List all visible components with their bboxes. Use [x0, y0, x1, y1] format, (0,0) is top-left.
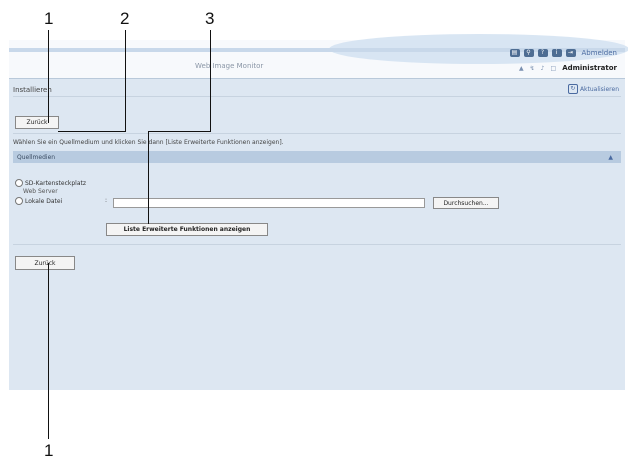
- show-extended-features-button[interactable]: Liste Erweiterte Funktionen anzeigen: [106, 223, 268, 236]
- file-path-input[interactable]: [113, 198, 425, 208]
- radio-web-server: Web Server: [23, 188, 58, 195]
- header-toolbar: ▤ ⚲ ? i ⇥ Abmelden: [509, 49, 618, 57]
- callout-1-bottom-leader: [48, 263, 49, 439]
- top-banner: Web Image Monitor ▤ ⚲ ? i ⇥ Abmelden ▲ ↯…: [9, 34, 628, 78]
- title-divider: [13, 96, 621, 97]
- header-divider: [9, 78, 625, 79]
- refresh-link[interactable]: ↻ Aktualisieren: [567, 84, 619, 94]
- callout-3-leader-vertical: [210, 30, 211, 132]
- callout-3: 3: [205, 9, 215, 28]
- app-title: Web Image Monitor: [195, 62, 264, 70]
- web-image-monitor-window: Web Image Monitor ▤ ⚲ ? i ⇥ Abmelden ▲ ↯…: [9, 34, 628, 390]
- printer-icon[interactable]: ▤: [509, 49, 520, 57]
- logout-icon[interactable]: ⇥: [565, 49, 576, 57]
- status-bar: ▲ ↯ ♪ □ Administrator: [519, 64, 617, 72]
- user-label: Administrator: [562, 64, 617, 72]
- callout-2-leader-vertical: [125, 30, 126, 132]
- section-divider: [13, 244, 621, 245]
- alert-icon[interactable]: ▲: [519, 65, 524, 72]
- callout-1-leader: [48, 30, 49, 123]
- refresh-icon[interactable]: ↻: [567, 84, 578, 94]
- logout-link[interactable]: Abmelden: [582, 49, 618, 57]
- display-icon[interactable]: □: [551, 65, 557, 72]
- status-icon[interactable]: ↯: [530, 65, 535, 72]
- refresh-label[interactable]: Aktualisieren: [580, 86, 619, 93]
- callout-2: 2: [120, 9, 130, 28]
- callout-1-bottom: 1: [44, 441, 54, 460]
- callout-2-leader-horizontal: [58, 131, 126, 132]
- callout-1-top: 1: [44, 9, 54, 28]
- back-button-top[interactable]: Zurück: [15, 116, 59, 129]
- source-section-header: Quellmedien ▲: [13, 151, 621, 163]
- callout-3-leader-horizontal: [148, 131, 211, 132]
- callout-3-leader-drop: [148, 131, 149, 224]
- search-icon[interactable]: ⚲: [523, 49, 534, 57]
- help-icon[interactable]: ?: [537, 49, 548, 57]
- radio-label: SD-Kartensteckplatz: [25, 179, 87, 187]
- field-colon: :: [105, 197, 108, 204]
- button-divider: [13, 133, 621, 134]
- back-button-bottom[interactable]: Zurück: [15, 256, 75, 270]
- radio-sd-card[interactable]: SD-Kartensteckplatz: [15, 179, 86, 187]
- radio-local-file[interactable]: Lokale Datei: [15, 197, 62, 205]
- info-icon[interactable]: i: [551, 49, 562, 57]
- radio-button[interactable]: [15, 197, 23, 205]
- radio-label: Lokale Datei: [25, 197, 63, 205]
- browse-button[interactable]: Durchsuchen...: [433, 197, 499, 209]
- page-title: Installieren: [13, 86, 52, 94]
- sound-icon[interactable]: ♪: [541, 65, 545, 72]
- section-title: Quellmedien: [17, 154, 56, 161]
- collapse-icon[interactable]: ▲: [608, 154, 613, 161]
- radio-button[interactable]: [15, 179, 23, 187]
- radio-label: Web Server: [23, 188, 58, 195]
